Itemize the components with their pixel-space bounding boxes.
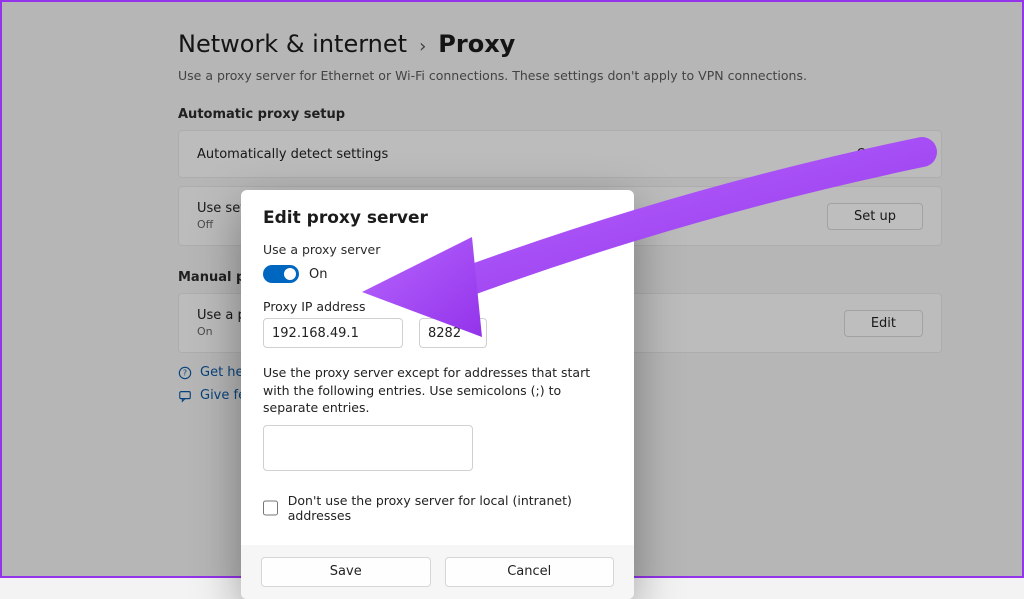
proxy-exceptions-description: Use the proxy server except for addresse…: [263, 364, 612, 417]
dialog-title: Edit proxy server: [263, 208, 612, 228]
local-bypass-label: Don't use the proxy server for local (in…: [288, 493, 612, 523]
local-bypass-checkbox[interactable]: [263, 500, 278, 516]
proxy-ip-label: Proxy IP address: [263, 299, 403, 314]
cancel-button[interactable]: Cancel: [445, 557, 615, 587]
use-proxy-toggle[interactable]: [263, 265, 299, 283]
edit-proxy-dialog: Edit proxy server Use a proxy server On …: [241, 190, 634, 599]
use-proxy-state-text: On: [309, 267, 327, 282]
proxy-exceptions-input[interactable]: [263, 425, 473, 471]
save-button[interactable]: Save: [261, 557, 431, 587]
proxy-port-input[interactable]: [419, 318, 487, 348]
proxy-ip-input[interactable]: [263, 318, 403, 348]
use-proxy-label: Use a proxy server: [263, 242, 612, 257]
proxy-port-label: Port: [419, 299, 487, 314]
